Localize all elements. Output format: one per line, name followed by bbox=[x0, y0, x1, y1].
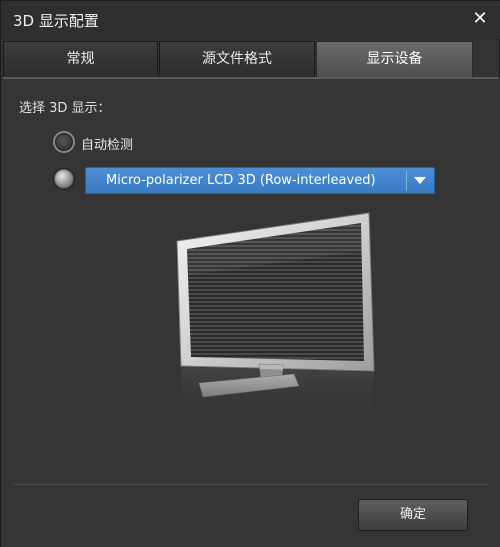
close-icon: ✕ bbox=[472, 8, 488, 29]
footer-divider bbox=[13, 484, 489, 485]
window-title: 3D 显示配置 bbox=[13, 12, 99, 30]
monitor-icon bbox=[176, 212, 375, 426]
display-config-dialog: 3D 显示配置 ✕ 常规 源文件格式 显示设备 选择 3D 显示： 自动检测 M… bbox=[0, 0, 500, 547]
close-button[interactable]: ✕ bbox=[469, 8, 491, 30]
dropdown-separator bbox=[406, 171, 407, 191]
tab-content: 选择 3D 显示： 自动检测 Micro-polarizer LCD 3D (R… bbox=[1, 79, 500, 547]
ok-button[interactable]: 确定 bbox=[358, 499, 468, 531]
chevron-down-icon[interactable] bbox=[414, 177, 426, 184]
device-radio[interactable] bbox=[53, 168, 75, 190]
display-device-value: Micro-polarizer LCD 3D (Row-interleaved) bbox=[106, 173, 376, 188]
monitor-illustration bbox=[169, 211, 379, 431]
tab-source-format[interactable]: 源文件格式 bbox=[159, 41, 315, 77]
auto-detect-label[interactable]: 自动检测 bbox=[81, 134, 133, 153]
tab-general[interactable]: 常规 bbox=[3, 41, 158, 77]
tab-display-device[interactable]: 显示设备 bbox=[316, 41, 473, 77]
select-display-label: 选择 3D 显示： bbox=[19, 101, 111, 116]
auto-detect-radio[interactable] bbox=[53, 131, 75, 153]
display-device-select[interactable]: Micro-polarizer LCD 3D (Row-interleaved) bbox=[85, 167, 435, 194]
title-bar: 3D 显示配置 ✕ bbox=[1, 1, 500, 39]
tab-bar: 常规 源文件格式 显示设备 bbox=[3, 41, 499, 78]
